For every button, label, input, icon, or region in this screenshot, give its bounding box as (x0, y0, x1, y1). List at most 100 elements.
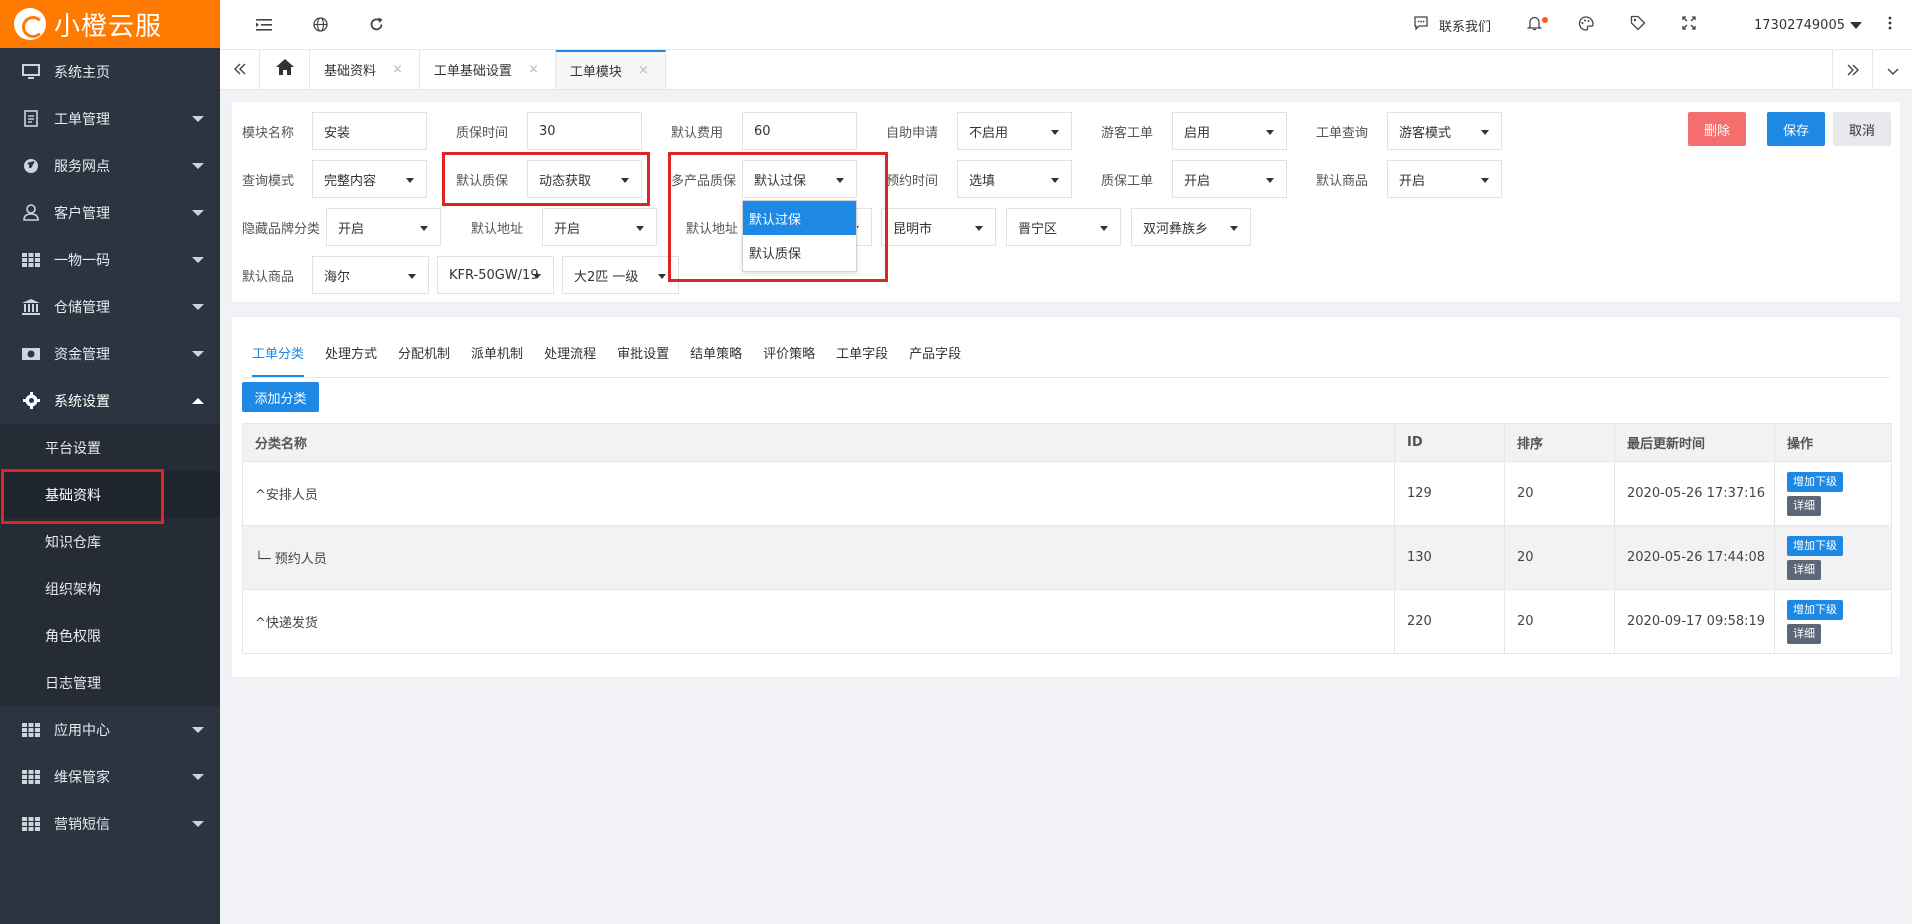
tab-order-fields[interactable]: 工单字段 (826, 327, 898, 377)
user-menu[interactable]: 17302749005 (1714, 0, 1872, 50)
category-sort: 20 (1504, 461, 1615, 526)
highlight-box (442, 152, 650, 206)
tabs-divider (242, 377, 1890, 378)
globe-icon[interactable] (292, 0, 348, 50)
tab-scroll-right-button[interactable] (1832, 50, 1872, 90)
sidebar-item-app-center[interactable]: 应用中心 (0, 706, 220, 753)
add-child-button[interactable]: 增加下级 (1787, 535, 1843, 556)
detail-button[interactable]: 详细 (1787, 559, 1821, 580)
town-select[interactable]: 双河彝族乡 (1131, 208, 1251, 246)
detail-button[interactable]: 详细 (1787, 495, 1821, 516)
warranty-order-select[interactable]: 开启 (1172, 160, 1287, 198)
category-panel: 工单分类 处理方式 分配机制 派单机制 处理流程 审批设置 结单策略 评价策略 … (231, 316, 1901, 678)
delete-button[interactable]: 删除 (1688, 112, 1746, 146)
tab-order-basic-settings[interactable]: 工单基础设置 × (420, 50, 556, 89)
sidebar-subitem-knowledge[interactable]: 知识仓库 (0, 518, 220, 565)
money-icon (20, 345, 42, 363)
goods-model-select[interactable]: KFR-50GW/19 (437, 256, 554, 294)
logo[interactable]: 小橙云服 (0, 0, 220, 48)
tab-order-module[interactable]: 工单模块 × (555, 50, 666, 89)
sidebar-item-code[interactable]: 一物一码 (0, 236, 220, 283)
sidebar-subitem-platform[interactable]: 平台设置 (0, 424, 220, 471)
sidebar-item-system-settings[interactable]: 系统设置 (0, 377, 220, 424)
sidebar-item-customers[interactable]: 客户管理 (0, 189, 220, 236)
appointment-time-select[interactable]: 选填 (957, 160, 1072, 198)
tab-label: 基础资料 (324, 64, 377, 79)
category-updated: 2020-05-26 17:37:16 (1614, 461, 1775, 526)
default-fee-input[interactable]: 60 (742, 112, 857, 150)
fullscreen-button[interactable] (1664, 0, 1714, 50)
column-header-name[interactable]: 分类名称 (242, 423, 1395, 462)
close-icon[interactable]: × (528, 62, 539, 77)
refresh-icon[interactable] (348, 0, 404, 50)
sidebar-item-funds[interactable]: 资金管理 (0, 330, 220, 377)
category-id: 130 (1394, 525, 1505, 590)
default-address-select[interactable]: 开启 (542, 208, 657, 246)
column-header-sort[interactable]: 排序 (1504, 423, 1615, 462)
chevron-down-icon (192, 257, 204, 263)
table-row: └─ 预约人员 130 20 2020-05-26 17:44:08 增加下级 … (242, 525, 1892, 590)
add-child-button[interactable]: 增加下级 (1787, 599, 1843, 620)
sidebar-item-work-orders[interactable]: 工单管理 (0, 95, 220, 142)
close-icon[interactable]: × (638, 63, 649, 78)
default-goods-select[interactable]: 开启 (1387, 160, 1502, 198)
sidebar-item-home[interactable]: 系统主页 (0, 48, 220, 95)
guest-order-select[interactable]: 启用 (1172, 112, 1287, 150)
tag-button[interactable] (1612, 0, 1664, 50)
add-category-button[interactable]: 添加分类 (242, 382, 319, 412)
cancel-button[interactable]: 取消 (1833, 112, 1891, 146)
column-header-id[interactable]: ID (1394, 423, 1505, 462)
tab-dispatch[interactable]: 派单机制 (461, 327, 533, 377)
sidebar-item-maintenance[interactable]: 维保管家 (0, 753, 220, 800)
more-button[interactable] (1872, 0, 1912, 50)
add-child-button[interactable]: 增加下级 (1787, 471, 1843, 492)
tab-closing-strategy[interactable]: 结单策略 (680, 327, 752, 377)
order-query-select[interactable]: 游客模式 (1387, 112, 1502, 150)
notification-button[interactable] (1509, 0, 1560, 50)
tab-allocation[interactable]: 分配机制 (388, 327, 460, 377)
column-header-updated[interactable]: 最后更新时间 (1614, 423, 1775, 462)
sidebar-subitem-org[interactable]: 组织架构 (0, 565, 220, 612)
menu-toggle-icon[interactable] (236, 0, 292, 50)
tab-order-category[interactable]: 工单分类 (242, 327, 314, 377)
tag-icon (1630, 15, 1646, 35)
save-button[interactable]: 保存 (1767, 112, 1825, 146)
panel-tabs: 工单分类 处理方式 分配机制 派单机制 处理流程 审批设置 结单策略 评价策略 … (242, 327, 972, 377)
hide-brand-select[interactable]: 开启 (326, 208, 441, 246)
goods-spec-select[interactable]: 大2匹 一级 (562, 256, 679, 294)
self-apply-select[interactable]: 不启用 (957, 112, 1072, 150)
sidebar-item-service-points[interactable]: 服务网点 (0, 142, 220, 189)
tab-workflow[interactable]: 处理流程 (534, 327, 606, 377)
tab-product-fields[interactable]: 产品字段 (899, 327, 971, 377)
sidebar-item-warehouse[interactable]: 仓储管理 (0, 283, 220, 330)
sidebar-item-label: 系统设置 (54, 393, 110, 410)
warranty-time-input[interactable]: 30 (527, 112, 642, 150)
tab-approval[interactable]: 审批设置 (607, 327, 679, 377)
module-name-input[interactable]: 安装 (312, 112, 427, 150)
tab-rating-strategy[interactable]: 评价策略 (753, 327, 825, 377)
close-icon[interactable]: × (392, 62, 403, 77)
goods-brand-select[interactable]: 海尔 (312, 256, 429, 294)
tab-menu-button[interactable] (1872, 50, 1912, 90)
tab-processing-method[interactable]: 处理方式 (315, 327, 387, 377)
warranty-time-label: 质保时间 (456, 125, 509, 141)
sidebar-item-label: 系统主页 (54, 64, 110, 81)
tab-scroll-left-button[interactable] (220, 50, 260, 89)
district-select[interactable]: 晋宁区 (1006, 208, 1121, 246)
chevron-down-icon (192, 304, 204, 310)
city-select[interactable]: 昆明市 (881, 208, 996, 246)
tab-bar: 基础资料 × 工单基础设置 × 工单模块 × (220, 50, 1912, 90)
grid-icon (20, 251, 42, 269)
contact-us-link[interactable]: 联系我们 (1395, 0, 1509, 50)
sidebar-item-sms[interactable]: 营销短信 (0, 800, 220, 847)
detail-button[interactable]: 详细 (1787, 623, 1821, 644)
tab-home[interactable] (260, 50, 310, 89)
sidebar-subitem-logs[interactable]: 日志管理 (0, 659, 220, 706)
sidebar-item-label: 资金管理 (54, 346, 110, 363)
tab-basic-data[interactable]: 基础资料 × (310, 50, 420, 89)
query-mode-select[interactable]: 完整内容 (312, 160, 427, 198)
theme-button[interactable] (1560, 0, 1612, 50)
sidebar-subitem-roles[interactable]: 角色权限 (0, 612, 220, 659)
tab-label: 工单模块 (569, 65, 622, 80)
caret-down-icon (1850, 21, 1862, 29)
